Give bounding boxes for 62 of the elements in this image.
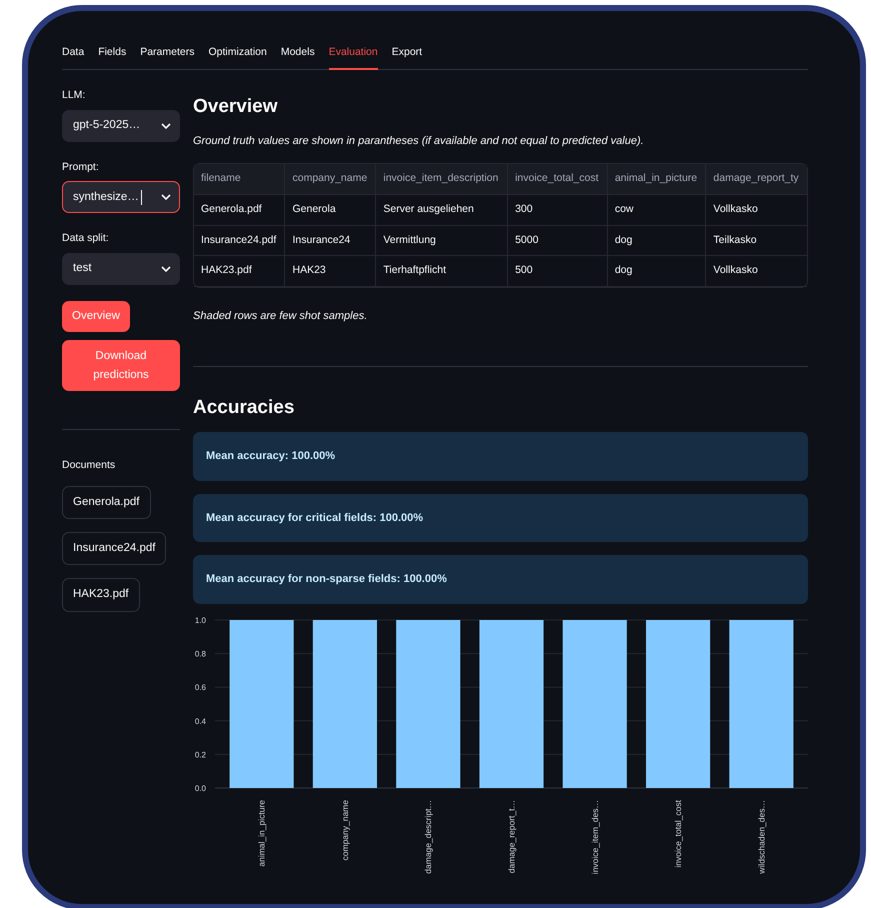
- tab[interactable]: Optimization: [208, 41, 267, 70]
- table-cell: Generola: [284, 194, 376, 226]
- table-cell: HAK23.pdf: [194, 256, 285, 287]
- chevron-down-icon: [161, 266, 171, 272]
- axis-category-label: animal_in_picture: [256, 800, 267, 866]
- table-cell: Vermittlung: [376, 225, 508, 256]
- table-cell: Insurance24: [284, 225, 376, 256]
- table-cell: HAK23: [284, 256, 376, 287]
- table-cell: Generola.pdf: [194, 194, 285, 226]
- column-header: invoice_item_description: [376, 164, 508, 194]
- select-field[interactable]: gpt-5-2025…: [62, 110, 180, 142]
- axis-tick-label: 0.6: [194, 683, 206, 692]
- select-field[interactable]: synthesize…: [62, 181, 180, 214]
- section-title: Accuracies: [193, 396, 296, 420]
- column-header: damage_report_ty: [706, 164, 807, 194]
- tab[interactable]: Parameters: [140, 41, 194, 70]
- info-message: Mean accuracy for non-sparse fields: 100.00%: [193, 555, 808, 604]
- tab[interactable]: Fields: [98, 41, 126, 70]
- column-header: invoice_total_cost: [508, 164, 608, 194]
- info-message: Mean accuracy: 100.00%: [193, 432, 808, 481]
- axis-tick-label: 1.0: [194, 616, 206, 625]
- tab[interactable]: Evaluation: [328, 41, 378, 70]
- table-cell: 500: [508, 256, 608, 287]
- field-label: LLM:: [62, 88, 86, 103]
- axis-tick-label: 0.0: [194, 784, 206, 793]
- axis-category-label: invoice_total_cost: [673, 800, 684, 868]
- table-cell: Insurance24.pdf: [194, 225, 285, 256]
- axis-category-label: company_name: [340, 800, 350, 860]
- table-cell: cow: [607, 194, 706, 226]
- chevron-down-icon: [161, 194, 171, 200]
- info-message: Mean accuracy for critical fields: 100.00%: [193, 494, 808, 542]
- axis-category-label: invoice_item_des…: [590, 800, 600, 874]
- table-cell: Tierhaftpflicht: [376, 256, 508, 287]
- axis-tick-label: 0.2: [194, 750, 206, 760]
- axis-tick-label: 0.4: [194, 716, 206, 726]
- axis-category-label: wildschaden_des…: [756, 800, 766, 874]
- document-button[interactable]: HAK23.pdf: [62, 578, 140, 612]
- tab[interactable]: Export: [392, 41, 422, 70]
- column-header: company_name: [284, 164, 376, 194]
- document-button[interactable]: Insurance24.pdf: [62, 532, 166, 566]
- field-label: Prompt:: [62, 160, 100, 174]
- chevron-down-icon: [161, 122, 171, 128]
- table-cell: dog: [607, 256, 706, 287]
- table-cell: 300: [508, 194, 608, 226]
- table-cell: dog: [607, 225, 706, 256]
- text-cursor: [140, 190, 142, 205]
- note-text: Ground truth values are shown in parantheses (if available and not equal to predicted value).: [193, 134, 645, 149]
- tab[interactable]: Data: [62, 41, 84, 70]
- column-header: filename: [194, 164, 285, 194]
- section-title: Overview: [193, 96, 278, 119]
- axis-tick-label: 0.8: [194, 649, 206, 658]
- note-text: Shaded rows are few shot samples.: [193, 309, 368, 324]
- table-cell: 5000: [508, 225, 608, 256]
- document-button[interactable]: Generola.pdf: [62, 486, 150, 520]
- tab[interactable]: Models: [280, 41, 315, 70]
- axis-category-label: damage_report_t…: [506, 800, 516, 874]
- select-field[interactable]: test: [62, 253, 180, 285]
- column-header: animal_in_picture: [607, 164, 706, 194]
- table-cell: Server ausgeliehen: [376, 194, 508, 226]
- section-label: Documents: [62, 458, 116, 474]
- field-label: Data split:: [62, 231, 110, 246]
- axis-category-label: damage_descript…: [423, 800, 434, 874]
